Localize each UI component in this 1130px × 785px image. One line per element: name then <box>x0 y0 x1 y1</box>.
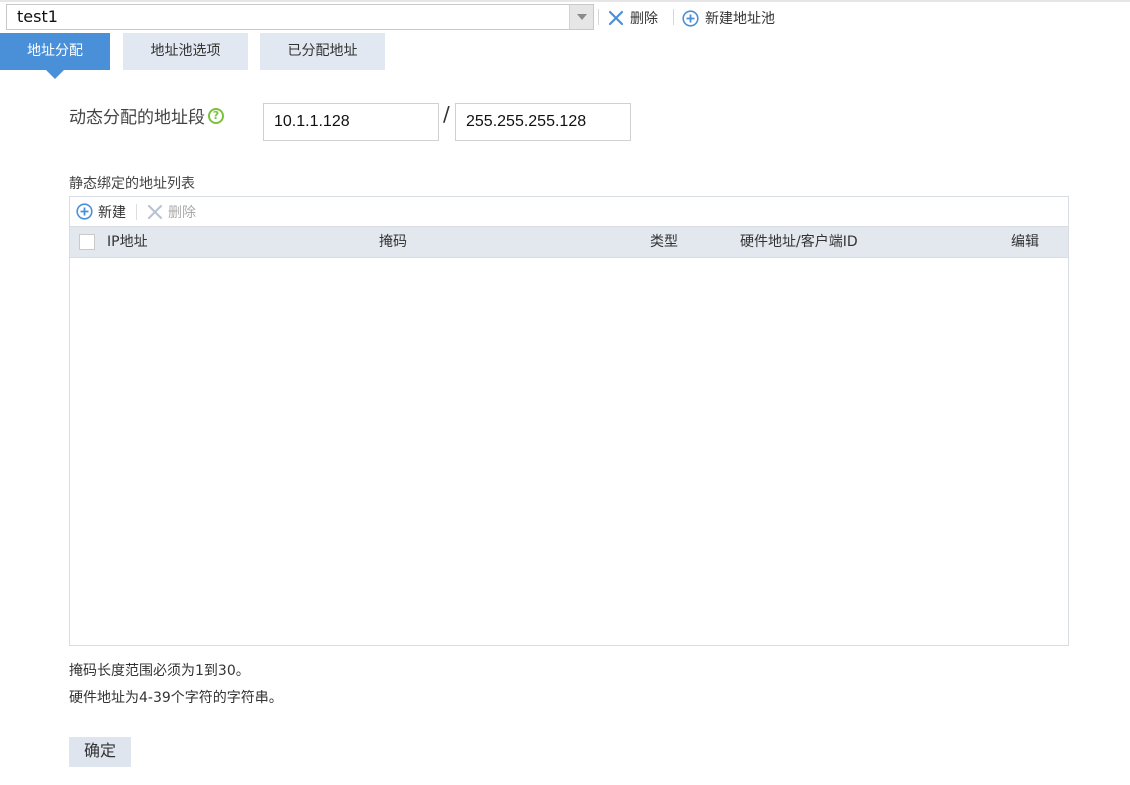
delete-binding-button[interactable]: 删除 <box>147 202 196 222</box>
dynamic-range-mask-input[interactable]: 255.255.255.128 <box>455 103 631 141</box>
column-edit: 编辑 <box>1011 234 1039 250</box>
delete-pool-label: 删除 <box>630 11 658 27</box>
close-icon <box>147 204 163 219</box>
table-header: IP地址 掩码 类型 硬件地址/客户端ID 编辑 <box>70 226 1068 258</box>
add-binding-button[interactable]: 新建 <box>76 202 126 222</box>
new-pool-label: 新建地址池 <box>705 11 775 27</box>
new-pool-button[interactable]: 新建地址池 <box>682 8 775 28</box>
toolbar-separator <box>673 9 674 25</box>
tab-address-allocation[interactable]: 地址分配 <box>0 33 110 79</box>
toolbar-separator <box>136 203 137 220</box>
dynamic-range-label-text: 动态分配的地址段 <box>69 108 205 128</box>
dynamic-range-ip-input[interactable]: 10.1.1.128 <box>263 103 439 141</box>
column-hardware-address[interactable]: 硬件地址/客户端ID <box>740 227 858 257</box>
mask-length-note: 掩码长度范围必须为1到30。 <box>69 663 250 679</box>
pool-select[interactable]: test1 <box>6 4 594 30</box>
dropdown-arrow-icon[interactable] <box>569 5 593 29</box>
static-list-title: 静态绑定的地址列表 <box>69 176 195 192</box>
column-mask[interactable]: 掩码 <box>379 227 407 257</box>
tab-allocated-addresses[interactable]: 已分配地址 <box>260 33 385 70</box>
question-circle-icon[interactable]: ? <box>208 107 224 124</box>
toolbar-separator <box>598 9 599 25</box>
delete-binding-label: 删除 <box>168 204 196 221</box>
plus-circle-icon <box>682 9 699 27</box>
table-toolbar: 新建 删除 <box>70 197 1068 226</box>
static-binding-table: 新建 删除 IP地址 掩码 类型 硬件地址/客户端ID 编辑 <box>69 196 1069 646</box>
pool-select-value: test1 <box>17 7 58 26</box>
top-border <box>0 0 1130 2</box>
add-binding-label: 新建 <box>98 204 126 221</box>
range-separator: / <box>443 102 450 126</box>
dynamic-range-label: 动态分配的地址段 ? <box>69 103 224 128</box>
delete-pool-button[interactable]: 删除 <box>608 8 658 28</box>
hardware-address-note: 硬件地址为4-39个字符的字符串。 <box>69 690 283 706</box>
select-all-checkbox[interactable] <box>79 234 95 250</box>
column-type[interactable]: 类型 <box>650 227 678 257</box>
confirm-button[interactable]: 确定 <box>69 737 131 767</box>
tab-pool-options[interactable]: 地址池选项 <box>123 33 248 70</box>
plus-circle-icon <box>76 203 93 220</box>
column-ip[interactable]: IP地址 <box>107 227 148 257</box>
close-icon <box>608 10 624 26</box>
